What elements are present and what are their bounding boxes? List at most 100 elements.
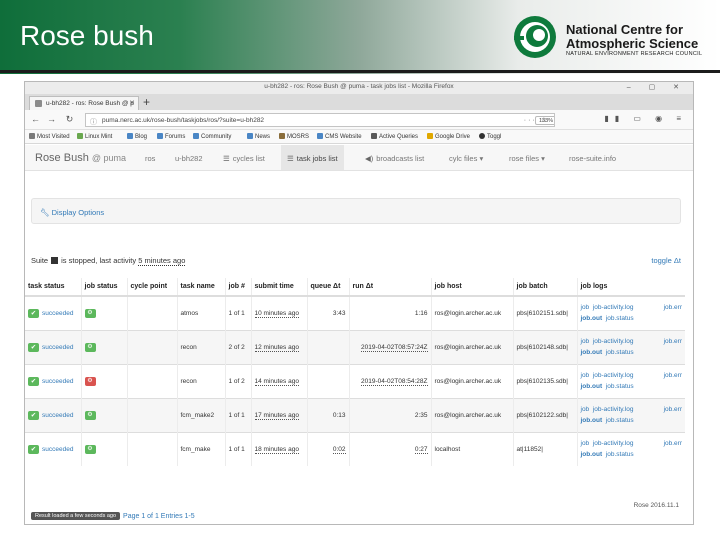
log-err-link[interactable]: job.err: [664, 336, 682, 347]
log-err-link[interactable]: job.err: [664, 370, 682, 381]
brand[interactable]: Rose Bush @ puma: [35, 152, 126, 164]
col-job-num[interactable]: job #: [224, 278, 251, 297]
log-job-link[interactable]: job: [581, 372, 590, 379]
page-actions-icon[interactable]: ··· ☆: [524, 116, 549, 124]
log-out-link[interactable]: job.out: [581, 383, 603, 390]
job-num-cell[interactable]: 2 of 2: [224, 329, 251, 364]
job-host-cell: ros@login.archer.ac.uk: [430, 295, 513, 330]
job-status-cell: ⚙: [80, 329, 127, 364]
log-status-link[interactable]: job.status: [606, 383, 634, 390]
window-controls[interactable]: – ▢ ✕: [627, 83, 687, 91]
col-job-batch[interactable]: job batch: [512, 278, 577, 297]
task-name-cell[interactable]: fcm_make2: [176, 397, 225, 432]
bookmark-item[interactable]: Toggl: [479, 133, 501, 140]
url-bar[interactable]: ⓘ puma.nerc.ac.uk/rose-bush/taskjobs/ros…: [85, 113, 555, 127]
nav-item-broadcasts-list[interactable]: ◀) broadcasts list: [365, 154, 424, 163]
nav-item-rose-files[interactable]: rose files ▾: [509, 154, 545, 163]
browser-tab[interactable]: u-bh282 - ros: Rose Bush @ p ✕: [29, 96, 139, 110]
job-ok-icon: ⚙: [84, 410, 96, 420]
job-num-cell[interactable]: 1 of 1: [224, 431, 251, 466]
job-num-cell[interactable]: 1 of 2: [224, 363, 251, 398]
task-name-cell[interactable]: atmos: [176, 295, 225, 330]
bookmark-icon: [29, 133, 35, 139]
bookmark-item[interactable]: Linux Mint: [77, 133, 112, 140]
nav-item-suite-name[interactable]: u-bh282: [175, 154, 203, 163]
bookmark-item[interactable]: Active Queries: [371, 133, 418, 140]
log-activity-link[interactable]: job-activity.log: [593, 440, 634, 447]
log-out-link[interactable]: job.out: [581, 315, 603, 322]
nav-item-suite-owner[interactable]: ros: [145, 154, 155, 163]
log-out-link[interactable]: job.out: [581, 451, 603, 458]
toggle-dt-link[interactable]: toggle Δt: [651, 256, 681, 265]
log-status-link[interactable]: job.status: [606, 451, 634, 458]
nav-item-cylc-files[interactable]: cylc files ▾: [449, 154, 483, 163]
nav-item-cycles-list[interactable]: ☰ cycles list: [223, 154, 265, 163]
task-name-cell[interactable]: recon: [176, 329, 225, 364]
cycle-point-cell: [126, 397, 177, 432]
bookmark-item[interactable]: CMS Website: [317, 133, 362, 140]
log-activity-link[interactable]: job-activity.log: [593, 304, 634, 311]
task-name-cell[interactable]: fcm_make: [176, 431, 225, 466]
log-out-link[interactable]: job.out: [581, 417, 603, 424]
job-logs-cell: job job-activity.log job.err job.out job.…: [576, 363, 685, 398]
table-row: ✔ succeeded ⚙ fcm_make2 1 of 1 17 minutes…: [25, 397, 685, 432]
bookmark-item[interactable]: MOSRS: [279, 133, 309, 140]
bookmark-item[interactable]: Community: [193, 133, 231, 140]
submit-time-cell: 18 minutes ago: [250, 431, 307, 466]
task-name-cell[interactable]: recon: [176, 363, 225, 398]
col-cycle-point[interactable]: cycle point: [126, 278, 177, 297]
log-job-link[interactable]: job: [581, 338, 590, 345]
log-status-link[interactable]: job.status: [606, 315, 634, 322]
pagination-info[interactable]: Page 1 of 1 Entries 1-5: [123, 513, 195, 520]
back-icon[interactable]: ←: [29, 113, 42, 126]
log-out-link[interactable]: job.out: [581, 349, 603, 356]
col-job-host[interactable]: job host: [430, 278, 513, 297]
app-navbar: Rose Bush @ puma ros u-bh282 ☰ cycles lis…: [25, 145, 693, 171]
bookmark-icon: [479, 133, 485, 139]
jobs-table: task status job status cycle point task …: [25, 278, 685, 466]
log-job-link[interactable]: job: [581, 440, 590, 447]
col-task-status[interactable]: task status: [25, 278, 81, 297]
cycle-point-cell: [126, 431, 177, 466]
bookmarks-bar: Most Visited Linux Mint Blog Forums Comm…: [25, 130, 693, 144]
col-run-dt[interactable]: run Δt: [348, 278, 431, 297]
reload-icon[interactable]: ↻: [63, 113, 76, 126]
nav-item-task-jobs-list[interactable]: ☰ task jobs list: [281, 145, 344, 170]
col-queue-dt[interactable]: queue Δt: [306, 278, 349, 297]
log-status-link[interactable]: job.status: [606, 349, 634, 356]
run-dt-cell: 2019-04-02T08:54:28Z: [348, 363, 431, 398]
job-num-cell[interactable]: 1 of 1: [224, 397, 251, 432]
display-options-link[interactable]: 🔧︎ Display Options: [40, 208, 104, 217]
cycle-point-cell: [126, 329, 177, 364]
log-activity-link[interactable]: job-activity.log: [593, 338, 634, 345]
forward-icon[interactable]: →: [45, 113, 58, 126]
submit-time-cell: 12 minutes ago: [250, 329, 307, 364]
log-activity-link[interactable]: job-activity.log: [593, 406, 634, 413]
log-err-link[interactable]: job.err: [664, 404, 682, 415]
log-job-link[interactable]: job: [581, 304, 590, 311]
bookmark-icon: [127, 133, 133, 139]
nav-item-rose-suite-info[interactable]: rose-suite.info: [569, 154, 616, 163]
toolbar-icons[interactable]: ▮▮ ▭ ◉ ≡: [604, 114, 687, 123]
bookmark-item[interactable]: News: [247, 133, 270, 140]
bookmark-item[interactable]: Google Drive: [427, 133, 470, 140]
col-job-status[interactable]: job status: [80, 278, 127, 297]
new-tab-icon[interactable]: +: [143, 95, 150, 109]
bookmark-item[interactable]: Blog: [127, 133, 147, 140]
col-job-logs[interactable]: job logs: [576, 278, 685, 297]
close-tab-icon[interactable]: ✕: [129, 99, 135, 107]
log-err-link[interactable]: job.err: [664, 438, 682, 449]
bookmark-item[interactable]: Most Visited: [29, 133, 70, 140]
log-job-link[interactable]: job: [581, 406, 590, 413]
col-task-name[interactable]: task name: [176, 278, 225, 297]
log-err-link[interactable]: job.err: [664, 302, 682, 313]
bookmark-icon: [279, 133, 285, 139]
bookmark-icon: [371, 133, 377, 139]
col-submit-time[interactable]: submit time: [250, 278, 307, 297]
job-ok-icon: ⚙: [84, 342, 96, 352]
log-activity-link[interactable]: job-activity.log: [593, 372, 634, 379]
bookmark-item[interactable]: Forums: [157, 133, 185, 140]
job-num-cell[interactable]: 1 of 1: [224, 295, 251, 330]
log-status-link[interactable]: job.status: [606, 417, 634, 424]
task-status-cell: ✔ succeeded: [25, 397, 81, 432]
